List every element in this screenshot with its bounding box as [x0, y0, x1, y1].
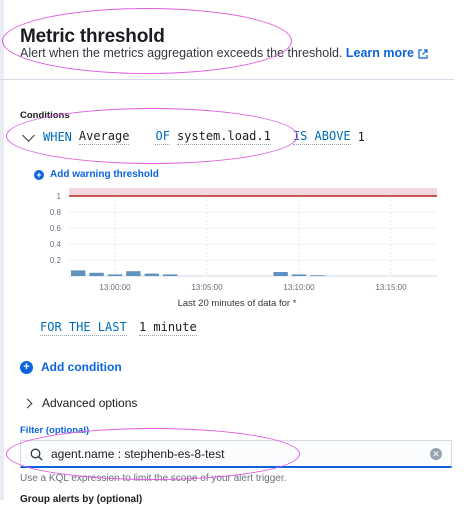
chevron-down-icon[interactable]	[22, 128, 35, 142]
aggregation-select[interactable]: Average	[78, 129, 130, 145]
page-subtitle: Alert when the metrics aggregation excee…	[20, 46, 428, 60]
chart-bar	[163, 274, 178, 276]
filter-input[interactable]	[51, 445, 411, 463]
chart-bar	[144, 273, 159, 276]
add-warning-label: Add warning threshold	[50, 169, 159, 180]
plus-icon: +	[34, 169, 44, 180]
metric-select[interactable]: system.load.1	[176, 129, 271, 145]
external-link-icon	[418, 49, 428, 59]
page-title: Metric threshold	[20, 26, 165, 47]
for-the-last-expression[interactable]: FOR THE LAST 1 minute	[40, 320, 197, 336]
preview-chart-svg: 1 0.8 0.6 0.4 0.2 13:00:00 13:05:00 13:10:00 13:…	[50, 188, 437, 292]
for-the-last-keyword[interactable]: FOR THE LAST	[40, 320, 127, 336]
of-keyword[interactable]: OF	[155, 129, 170, 145]
chart-bar	[310, 275, 325, 276]
advanced-options-toggle[interactable]: Advanced options	[22, 396, 138, 410]
filter-field[interactable]: ✕	[20, 440, 452, 468]
y-tick-label: 0.6	[50, 224, 62, 233]
y-tick-label: 0.4	[50, 240, 62, 249]
x-tick-label: 13:05:00	[191, 283, 223, 292]
chart-bar	[89, 272, 104, 276]
clear-icon[interactable]: ✕	[430, 448, 442, 460]
add-condition-label: Add condition	[41, 360, 122, 374]
plus-circle-icon: +	[20, 360, 33, 374]
chart-bar	[71, 270, 86, 276]
add-warning-threshold-button[interactable]: + Add warning threshold	[34, 169, 159, 180]
chart-bar	[291, 274, 307, 276]
preview-chart: 1 0.8 0.6 0.4 0.2 13:00:00 13:05:00 13:10:00 13:…	[35, 186, 445, 314]
add-condition-button[interactable]: + Add condition	[20, 360, 122, 374]
comparator-select[interactable]: IS ABOVE	[292, 129, 351, 145]
when-keyword: WHEN	[43, 130, 72, 144]
y-tick-label: 0.2	[50, 256, 62, 265]
panel-edge	[0, 0, 4, 500]
y-tick-label: 1	[57, 192, 62, 201]
time-window-value[interactable]: 1 minute	[138, 320, 197, 336]
header-divider	[0, 79, 454, 80]
chart-bar	[107, 274, 123, 276]
x-tick-label: 13:15:00	[375, 283, 407, 292]
threshold-value[interactable]: 1	[358, 130, 365, 144]
threshold-band	[69, 188, 437, 196]
chart-bar	[126, 271, 141, 276]
y-tick-label: 0.8	[50, 208, 62, 217]
chart-bar	[273, 272, 288, 276]
condition-expression[interactable]: WHEN Average OF system.load.1 IS ABOVE 1	[20, 128, 365, 146]
filter-help-text: Use a KQL expression to limit the scope …	[20, 473, 287, 484]
learn-more-label: Learn more	[345, 46, 414, 60]
x-tick-label: 13:10:00	[283, 283, 315, 292]
chart-caption: Last 20 minutes of data for *	[177, 298, 297, 309]
filter-label: Filter (optional)	[20, 425, 90, 436]
conditions-label: Conditions	[20, 110, 70, 121]
search-icon	[30, 448, 43, 461]
x-tick-label: 13:00:00	[99, 283, 131, 292]
advanced-options-label: Advanced options	[42, 396, 138, 410]
subtitle-text: Alert when the metrics aggregation excee…	[20, 46, 343, 60]
learn-more-link[interactable]: Learn more	[346, 46, 428, 60]
chevron-right-icon	[22, 398, 33, 408]
